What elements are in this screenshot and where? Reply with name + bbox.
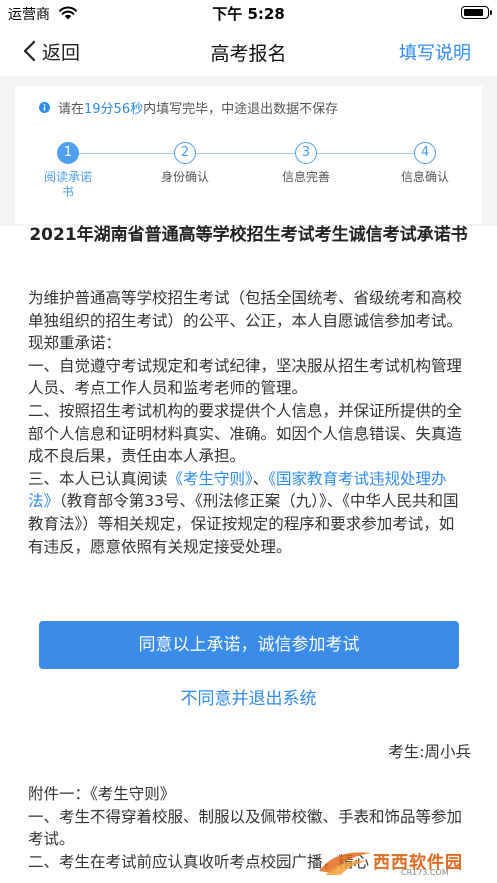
step-number: 2 — [174, 142, 196, 164]
pledge-text: 为维护普通高等学校招生考试（包括全国统考、省级统考和高校单独组织的招生考试）的公… — [28, 287, 468, 558]
battery-level — [464, 9, 483, 16]
step-identity: 2 身份确认 — [145, 142, 225, 185]
step-read-pledge: 1 阅读承诺书 — [28, 142, 108, 200]
pledge-intro: 为维护普通高等学校招生考试（包括全国统考、省级统考和高校单独组织的招生考试）的公… — [28, 289, 463, 353]
step-label: 阅读承诺书 — [43, 170, 92, 199]
step-number: 3 — [295, 142, 317, 164]
watermark-logo: 西西软件园 CR173.COM — [315, 845, 485, 879]
link-separator: 、 — [252, 469, 269, 488]
back-label: 返回 — [42, 41, 81, 64]
step-info-complete: 3 信息完善 — [266, 142, 346, 185]
watermark-url: CR173.COM — [401, 868, 449, 877]
status-bar: 运营商 下午 5:28 — [0, 0, 497, 26]
back-button[interactable]: 返回 — [22, 38, 80, 64]
steps-connector — [68, 153, 428, 154]
notice-suffix: 内填写完毕，中途退出数据不保存 — [143, 102, 339, 117]
step-label: 信息完善 — [281, 170, 330, 184]
pledge-item-3-suffix: （教育部令第33号、《刑法修正案（九）》、《中华人民共和国教育法》）等相关规定，… — [28, 492, 459, 556]
disagree-exit-button[interactable]: 不同意并退出系统 — [0, 684, 497, 709]
pledge-item-3-prefix: 三、本人已认真阅读 — [28, 469, 168, 488]
info-icon — [39, 102, 50, 113]
countdown-timer: 19分56秒 — [84, 102, 144, 117]
appendix-item-1: 一、考生不得穿着校服、制服以及佩带校徽、手表和饰品等参加考试。 — [28, 807, 463, 849]
notice-prefix: 请在 — [58, 102, 85, 117]
progress-card: 请在 19分56秒 内填写完毕，中途退出数据不保存 1 阅读承诺书 2 身份确认… — [15, 86, 482, 224]
instructions-link[interactable]: 填写说明 — [399, 39, 471, 65]
step-info-confirm: 4 信息确认 — [385, 142, 465, 185]
battery-icon — [461, 6, 492, 19]
exam-rules-link[interactable]: 《考生守则》 — [168, 470, 253, 488]
watermark-swoosh-icon — [319, 852, 371, 875]
step-label: 身份确认 — [160, 170, 209, 184]
step-number: 4 — [414, 142, 436, 164]
candidate-signature: 考生:周小兵 — [388, 743, 471, 761]
step-number: 1 — [57, 142, 79, 164]
status-time: 下午 5:28 — [212, 5, 285, 23]
agree-button[interactable]: 同意以上承诺，诚信参加考试 — [39, 621, 459, 669]
pledge-item-2: 二、按照招生考试机构的要求提供个人信息，并保证所提供的全部个人信息和证明材料真实… — [28, 401, 463, 466]
chevron-left-icon — [23, 40, 36, 62]
appendix-title: 附件一：《考生守则》 — [28, 785, 176, 803]
document-title: 2021年湖南省普通高等学校招生考试考生诚信考试承诺书 — [29, 225, 468, 245]
pledge-item-1: 一、自觉遵守考试规定和考试纪律，坚决服从招生考试机构管理人员、考点工作人员和监考… — [28, 356, 463, 398]
nav-bar: 返回 高考报名 填写说明 — [0, 26, 497, 76]
time-notice: 请在 19分56秒 内填写完毕，中途退出数据不保存 — [39, 98, 338, 117]
step-label: 信息确认 — [400, 170, 449, 184]
pledge-item-3: 三、本人已认真阅读《考生守则》、《国家教育考试违规处理办法》（教育部令第33号、… — [28, 468, 468, 558]
